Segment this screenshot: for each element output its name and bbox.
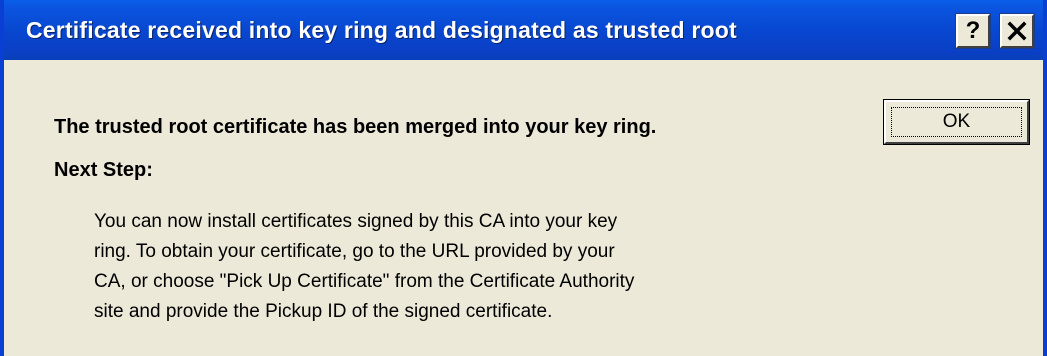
close-button[interactable] [999,13,1035,49]
message-text: The trusted root certificate has been me… [54,116,657,138]
title-bar[interactable]: Certificate received into key ring and d… [4,0,1043,60]
next-step-label: Next Step: [54,159,153,181]
instructions-text: You can now install certificates signed … [94,207,814,327]
instructions-line: CA, or choose "Pick Up Certificate" from… [94,271,635,292]
window-title: Certificate received into key ring and d… [26,17,737,43]
ok-button-label: OK [942,111,971,132]
instructions-line: site and provide the Pickup ID of the si… [94,301,553,322]
ok-button[interactable]: OK [883,99,1030,145]
instructions-line: ring. To obtain your certificate, go to … [94,241,615,262]
help-icon: ? [965,17,981,44]
close-icon [1006,20,1028,42]
instructions-line: You can now install certificates signed … [94,211,618,232]
dialog-window: Certificate received into key ring and d… [0,0,1047,356]
help-button[interactable]: ? [955,13,991,49]
